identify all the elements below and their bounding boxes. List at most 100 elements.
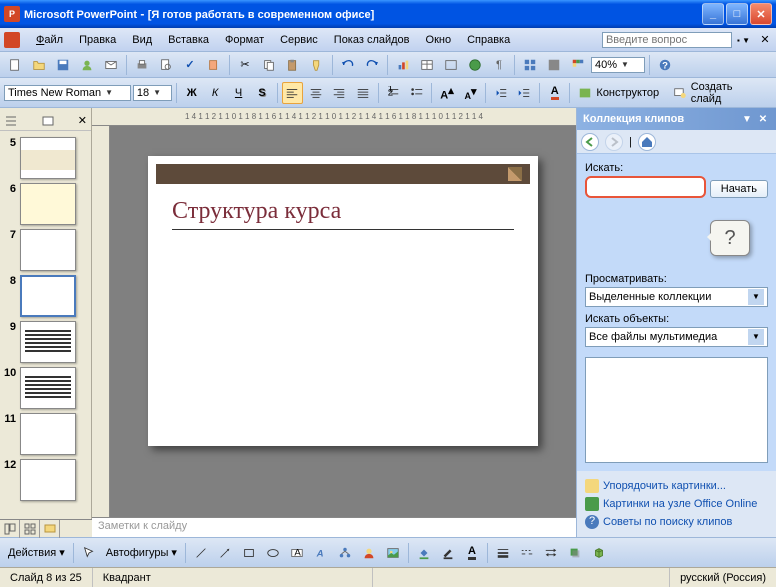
thumbnail[interactable]: 7 (0, 227, 91, 273)
line-button[interactable] (190, 542, 212, 564)
picture-button[interactable] (382, 542, 404, 564)
format-painter-button[interactable] (306, 54, 328, 76)
paste-button[interactable] (282, 54, 304, 76)
table-button[interactable] (416, 54, 438, 76)
slide-canvas-area[interactable]: Структура курса (110, 126, 576, 517)
ruler-horizontal[interactable]: 1 4 1 1 2 1 1 0 1 1 8 1 1 6 1 1 4 1 1 2 … (92, 108, 576, 126)
wordart-button[interactable]: A (310, 542, 332, 564)
font-combo[interactable]: Times New Roman▼ (4, 85, 131, 101)
increase-font-button[interactable]: A▴ (436, 82, 457, 104)
size-combo[interactable]: 18▼ (133, 85, 172, 101)
clipart-button[interactable] (358, 542, 380, 564)
thumbnails-close[interactable]: ✕ (78, 114, 87, 128)
font-color-button-2[interactable]: A (461, 542, 483, 564)
design-button[interactable]: Конструктор (574, 82, 667, 104)
permission-button[interactable] (76, 54, 98, 76)
save-button[interactable] (52, 54, 74, 76)
organize-clips-link[interactable]: Упорядочить картинки... (585, 477, 768, 495)
taskpane-menu-button[interactable]: ▼ (740, 112, 754, 126)
line-style-button[interactable] (492, 542, 514, 564)
maximize-button[interactable]: □ (726, 3, 748, 25)
underline-button[interactable]: Ч (228, 82, 249, 104)
ruler-vertical[interactable] (92, 126, 110, 517)
thumbnail[interactable]: 9 (0, 319, 91, 365)
thumbnail[interactable]: 6 (0, 181, 91, 227)
color-button[interactable] (567, 54, 589, 76)
help-search[interactable]: ▪ ▼ (602, 32, 752, 48)
cut-button[interactable]: ✂ (234, 54, 256, 76)
menu-slideshow[interactable]: Показ слайдов (326, 31, 418, 49)
nav-home-button[interactable] (638, 133, 656, 151)
textbox-button[interactable]: A (286, 542, 308, 564)
normal-view-button[interactable] (0, 520, 20, 538)
tables-borders-button[interactable] (440, 54, 462, 76)
preview-button[interactable] (155, 54, 177, 76)
thumbnail[interactable]: 12 (0, 457, 91, 503)
chart-button[interactable] (392, 54, 414, 76)
notes-pane[interactable]: Заметки к слайду (92, 517, 576, 537)
fill-color-button[interactable] (413, 542, 435, 564)
oval-button[interactable] (262, 542, 284, 564)
search-go-button[interactable]: Начать (710, 180, 768, 198)
increase-indent-button[interactable] (514, 82, 535, 104)
redo-button[interactable] (361, 54, 383, 76)
spelling-button[interactable]: ✓ (179, 54, 201, 76)
print-button[interactable] (131, 54, 153, 76)
thumbnail[interactable]: 5 (0, 135, 91, 181)
undo-button[interactable] (337, 54, 359, 76)
font-color-button[interactable]: A (544, 82, 565, 104)
research-button[interactable] (203, 54, 225, 76)
thumbnail[interactable]: 11 (0, 411, 91, 457)
show-formatting-button[interactable] (519, 54, 541, 76)
minimize-button[interactable]: _ (702, 3, 724, 25)
menu-format[interactable]: Формат (217, 31, 272, 49)
copy-button[interactable] (258, 54, 280, 76)
types-select[interactable]: Все файлы мультимедиа▼ (585, 327, 768, 347)
line-color-button[interactable] (437, 542, 459, 564)
zoom-combo[interactable]: 40%▼ (591, 57, 645, 73)
shadow-style-button[interactable] (564, 542, 586, 564)
3d-style-button[interactable] (588, 542, 610, 564)
autoshapes-menu[interactable]: Автофигуры ▾ (102, 546, 181, 559)
hyperlink-button[interactable] (464, 54, 486, 76)
diagram-button[interactable] (334, 542, 356, 564)
bullets-button[interactable] (406, 82, 427, 104)
help-button[interactable]: ? (654, 54, 676, 76)
align-center-button[interactable] (305, 82, 326, 104)
menu-window[interactable]: Окно (418, 31, 460, 49)
open-button[interactable] (28, 54, 50, 76)
help-search-input[interactable] (602, 32, 732, 48)
nav-back-button[interactable] (581, 133, 599, 151)
align-left-button[interactable] (282, 82, 303, 104)
decrease-indent-button[interactable] (490, 82, 511, 104)
email-button[interactable] (100, 54, 122, 76)
dash-style-button[interactable] (516, 542, 538, 564)
menu-view[interactable]: Вид (124, 31, 160, 49)
arrow-style-button[interactable] (540, 542, 562, 564)
doc-close-button[interactable]: ✕ (758, 33, 772, 47)
clipart-search-input[interactable] (585, 176, 706, 198)
outline-tab[interactable] (4, 114, 18, 128)
menu-tools[interactable]: Сервис (272, 31, 326, 49)
office-online-link[interactable]: Картинки на узле Office Online (585, 495, 768, 513)
actions-menu[interactable]: Действия ▾ (4, 546, 69, 559)
sorter-view-button[interactable] (20, 520, 40, 538)
slides-tab[interactable] (41, 114, 55, 128)
expand-button[interactable]: ¶ (488, 54, 510, 76)
new-button[interactable] (4, 54, 26, 76)
slideshow-view-button[interactable] (40, 520, 60, 538)
thumbnail-current[interactable]: 8 (0, 273, 91, 319)
new-slide-button[interactable]: Создать слайд (669, 82, 772, 104)
close-button[interactable]: ✕ (750, 3, 772, 25)
slide-canvas[interactable]: Структура курса (148, 156, 538, 446)
arrow-button[interactable] (214, 542, 236, 564)
menu-insert[interactable]: Вставка (160, 31, 217, 49)
taskpane-close-button[interactable]: ✕ (756, 112, 770, 126)
menu-file[interactable]: Файл (28, 31, 71, 49)
grid-button[interactable] (543, 54, 565, 76)
menu-help[interactable]: Справка (459, 31, 518, 49)
slide-title-text[interactable]: Структура курса (172, 198, 514, 230)
decrease-font-button[interactable]: A▾ (460, 82, 481, 104)
shadow-button[interactable]: S (251, 82, 272, 104)
rectangle-button[interactable] (238, 542, 260, 564)
